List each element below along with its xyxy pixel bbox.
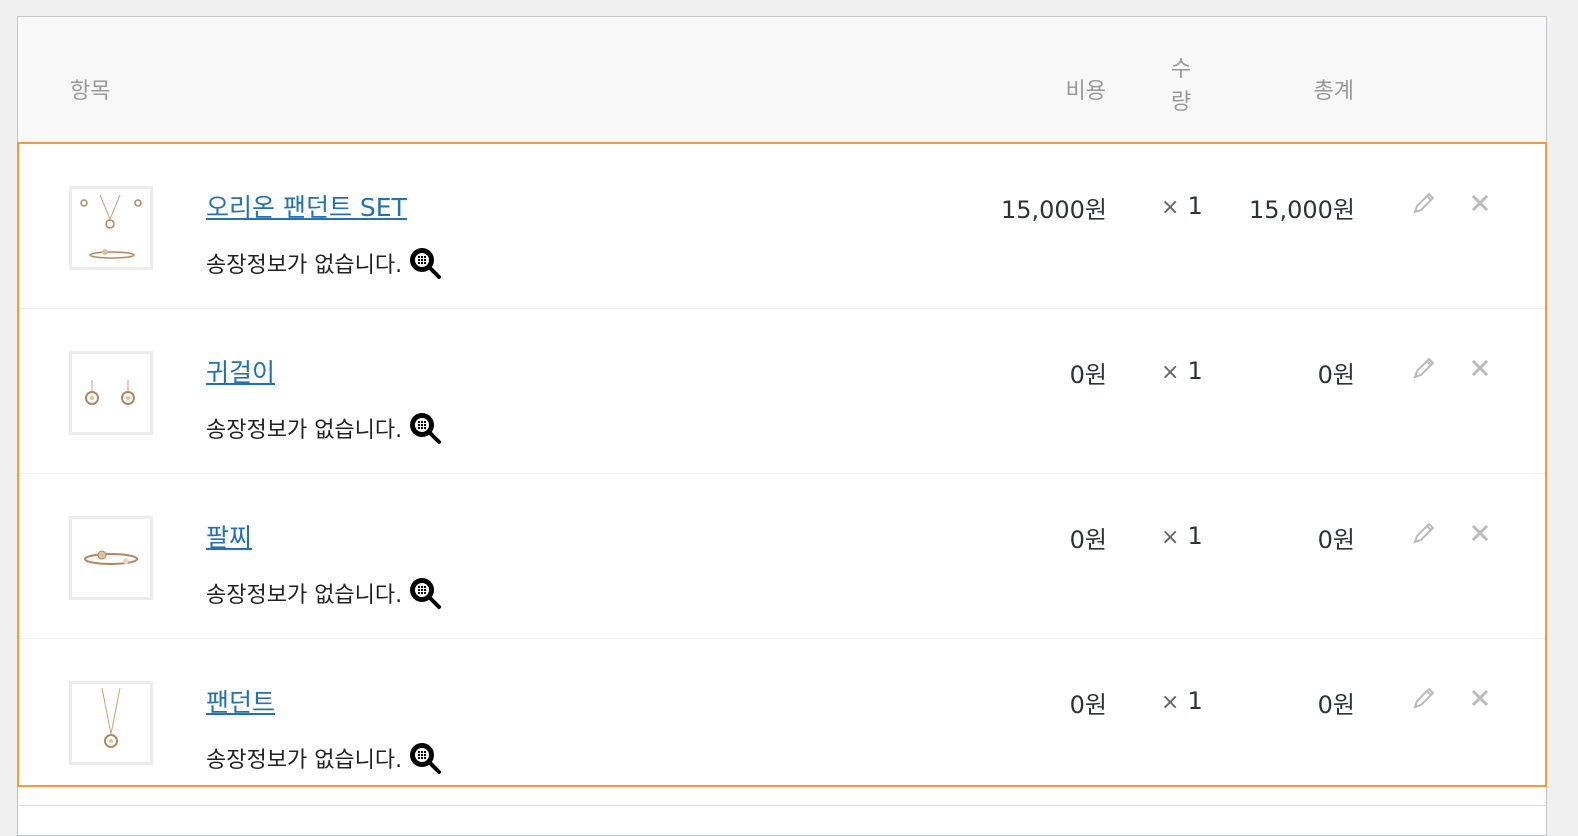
pencil-icon[interactable]: [1411, 355, 1437, 381]
times-sign: ×: [1161, 360, 1180, 385]
pencil-icon[interactable]: [1411, 520, 1437, 546]
magnifier-icon[interactable]: [408, 576, 442, 610]
magnifier-icon[interactable]: [408, 411, 442, 445]
item-total: 0원: [1317, 691, 1355, 719]
item-quantity: × 1: [1161, 357, 1203, 385]
item-total: 0원: [1317, 361, 1355, 389]
quantity-value: 1: [1187, 192, 1203, 220]
table-row: 팬던트 송장정보가 없습니다. 0원 × 1 0원: [19, 639, 1545, 804]
times-sign: ×: [1161, 690, 1180, 715]
item-quantity: × 1: [1161, 522, 1203, 550]
shipment-note: 송장정보가 없습니다.: [206, 576, 442, 610]
table-row: 팔찌 송장정보가 없습니다. 0원 × 1 0원: [19, 474, 1545, 639]
order-items-panel: 항목 비용 수 량 총계 오리온 팬던트 SET 송장정보가 없습니다. 15,…: [17, 16, 1547, 836]
item-quantity: × 1: [1161, 192, 1203, 220]
item-cost: 0원: [1069, 691, 1107, 719]
item-cost: 15,000원: [1000, 196, 1107, 224]
pencil-icon[interactable]: [1411, 685, 1437, 711]
item-quantity: × 1: [1161, 687, 1203, 715]
magnifier-icon[interactable]: [408, 246, 442, 280]
shipment-note-text: 송장정보가 없습니다.: [206, 748, 403, 773]
product-name-link[interactable]: 귀걸이: [206, 353, 275, 389]
shipment-note-text: 송장정보가 없습니다.: [206, 583, 403, 608]
column-header-total: 총계: [1313, 79, 1354, 104]
shipment-note: 송장정보가 없습니다.: [206, 741, 442, 775]
product-thumbnail: [69, 186, 153, 270]
times-sign: ×: [1161, 195, 1180, 220]
product-thumbnail: [69, 516, 153, 600]
quantity-value: 1: [1187, 687, 1203, 715]
close-icon[interactable]: [1469, 192, 1491, 214]
shipment-note: 송장정보가 없습니다.: [206, 246, 442, 280]
table-row: 귀걸이 송장정보가 없습니다. 0원 × 1 0원: [19, 309, 1545, 474]
bracelet-image: [84, 550, 138, 565]
close-icon[interactable]: [1469, 522, 1491, 544]
pencil-icon[interactable]: [1411, 190, 1437, 216]
column-header-item: 항목: [70, 79, 111, 104]
magnifier-icon[interactable]: [408, 741, 442, 775]
shipment-note-text: 송장정보가 없습니다.: [206, 253, 403, 278]
column-header-qty: 수 량: [1166, 53, 1196, 119]
qty-header-line2: 량: [1170, 90, 1192, 115]
product-name-link[interactable]: 오리온 팬던트 SET: [206, 188, 407, 224]
table-row: 오리온 팬던트 SET 송장정보가 없습니다. 15,000원 × 1 15,00…: [19, 144, 1545, 309]
item-total: 15,000원: [1248, 196, 1355, 224]
earrings-image: [85, 380, 135, 405]
shipment-note: 송장정보가 없습니다.: [206, 411, 442, 445]
table-footer-divider: [18, 805, 1546, 806]
close-icon[interactable]: [1469, 357, 1491, 379]
line-items-list: 오리온 팬던트 SET 송장정보가 없습니다. 15,000원 × 1 15,00…: [17, 142, 1547, 787]
quantity-value: 1: [1187, 357, 1203, 385]
table-header: 항목 비용 수 량 총계: [18, 17, 1546, 144]
item-total: 0원: [1317, 526, 1355, 554]
necklace-set-image: [80, 194, 142, 259]
pendant-image: [101, 687, 121, 748]
product-name-link[interactable]: 팬던트: [206, 683, 275, 719]
shipment-note-text: 송장정보가 없습니다.: [206, 418, 403, 443]
qty-header-line1: 수: [1170, 57, 1192, 82]
item-cost: 0원: [1069, 361, 1107, 389]
quantity-value: 1: [1187, 522, 1203, 550]
product-thumbnail: [69, 351, 153, 435]
item-cost: 0원: [1069, 526, 1107, 554]
times-sign: ×: [1161, 525, 1180, 550]
product-thumbnail: [69, 681, 153, 765]
close-icon[interactable]: [1469, 687, 1491, 709]
product-name-link[interactable]: 팔찌: [206, 518, 252, 554]
column-header-cost: 비용: [1065, 79, 1106, 104]
